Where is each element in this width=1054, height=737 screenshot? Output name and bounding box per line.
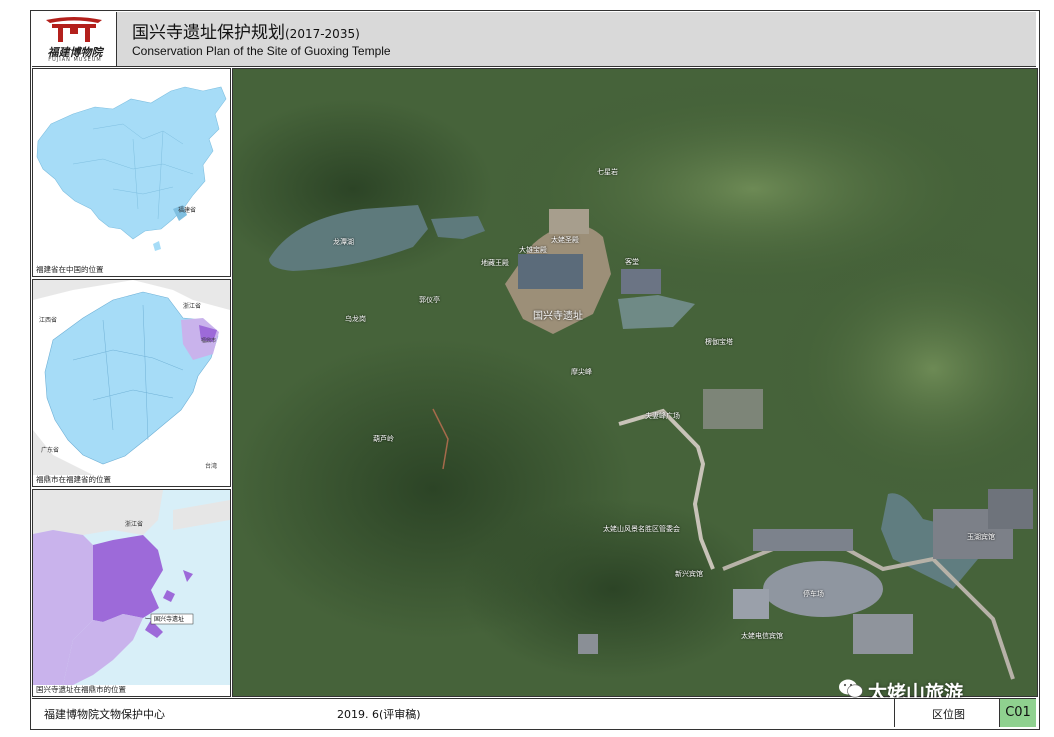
map-label-yuhu-hotel: 玉湖宾馆: [967, 533, 995, 541]
title-main: 国兴寺遗址保护规划: [132, 23, 285, 43]
title-block: 福建博物院 FUJIAN MUSEUM 国兴寺遗址保护规划(2017-2035)…: [32, 12, 1036, 67]
title-years: (2017-2035): [285, 27, 360, 41]
inset3-label-site: 国兴寺遗址: [154, 615, 184, 623]
fuding-map-graphic: 浙江省 国兴寺遗址: [33, 490, 230, 685]
inset2-label-fuding: 福鼎市: [201, 337, 216, 344]
inset2-label-taiwan: 台湾: [205, 462, 217, 470]
footer-drawing-name: 区位图: [932, 708, 965, 721]
inset-china-map: 福建省 福建省在中国的位置: [32, 68, 231, 277]
map-label-lengjiabaota: 楞伽宝塔: [705, 338, 733, 346]
map-label-longtanhu: 龙潭湖: [333, 238, 354, 246]
map-label-qixingyan: 七星岩: [597, 168, 618, 176]
inset-fujian-map: 江西省 浙江省 广东省 台湾 福鼎市 福鼎市在福建省的位置: [32, 279, 231, 487]
title-english: Conservation Plan of the Site of Guoxing…: [132, 44, 391, 58]
title-chinese: 国兴寺遗址保护规划(2017-2035): [132, 18, 360, 43]
map-label-xinxing-hotel: 新兴宾馆: [675, 570, 703, 578]
map-label-fuqifeng-square: 夫妻峰广场: [645, 412, 680, 420]
map-label-telecom-hotel: 太姥电信宾馆: [741, 632, 783, 640]
map-label-taimushengdian: 太姥圣殿: [551, 236, 579, 244]
footer-drawing-code: C01: [999, 699, 1036, 727]
logo-subtext: FUJIAN MUSEUM: [48, 57, 102, 63]
footer-bar: 福建博物院文物保护中心 2019. 6(评审稿) 区位图 C01: [32, 698, 1036, 727]
fujian-map-graphic: 江西省 浙江省 广东省 台湾 福鼎市: [33, 280, 230, 475]
map-label-ketang: 客堂: [625, 258, 639, 266]
footer-divider: [894, 699, 895, 727]
china-map-graphic: 福建省: [33, 69, 230, 264]
map-label-hululing: 葫芦岭: [373, 435, 394, 443]
inset1-label-fujian: 福建省: [178, 206, 196, 214]
inset2-label-guangdong: 广东省: [41, 446, 59, 454]
footer-date: 2019. 6(评审稿): [337, 708, 421, 721]
inset-caption: 福建省在中国的位置: [36, 265, 104, 274]
inset-caption: 福鼎市在福建省的位置: [36, 475, 111, 484]
map-label-parking: 停车场: [803, 590, 824, 598]
inset2-label-jiangxi: 江西省: [39, 316, 57, 324]
inset2-label-zhejiang: 浙江省: [183, 302, 201, 310]
aerial-photo-graphic: [233, 69, 1037, 696]
map-label-wulonggang: 乌龙岗: [345, 315, 366, 323]
aerial-site-map: 七星岩 龙潭湖 太姥圣殿 大雄宝殿 地藏王殿 客堂 郭仪亭 乌龙岗 楞伽宝塔 摩…: [232, 68, 1038, 697]
map-label-guoyiting: 郭仪亭: [419, 296, 440, 304]
map-label-mojianfeng: 摩尖峰: [571, 368, 592, 376]
map-label-site: 国兴寺遗址: [533, 311, 583, 322]
inset-caption: 国兴寺遗址在福鼎市的位置: [36, 685, 126, 694]
gate-logo-icon: [46, 17, 102, 42]
inset3-label-zhejiang: 浙江省: [125, 520, 143, 528]
map-label-daxiongbaodian: 大雄宝殿: [519, 246, 547, 254]
map-label-scenic-admin: 太姥山风景名胜区管委会: [603, 525, 680, 533]
map-label-dizangwangdian: 地藏王殿: [481, 259, 509, 267]
footer-organization: 福建博物院文物保护中心: [44, 708, 165, 721]
inset-fuding-map: 浙江省 国兴寺遗址 国兴寺遗址在福鼎市的位置: [32, 489, 231, 697]
museum-logo: 福建博物院 FUJIAN MUSEUM: [32, 12, 117, 66]
